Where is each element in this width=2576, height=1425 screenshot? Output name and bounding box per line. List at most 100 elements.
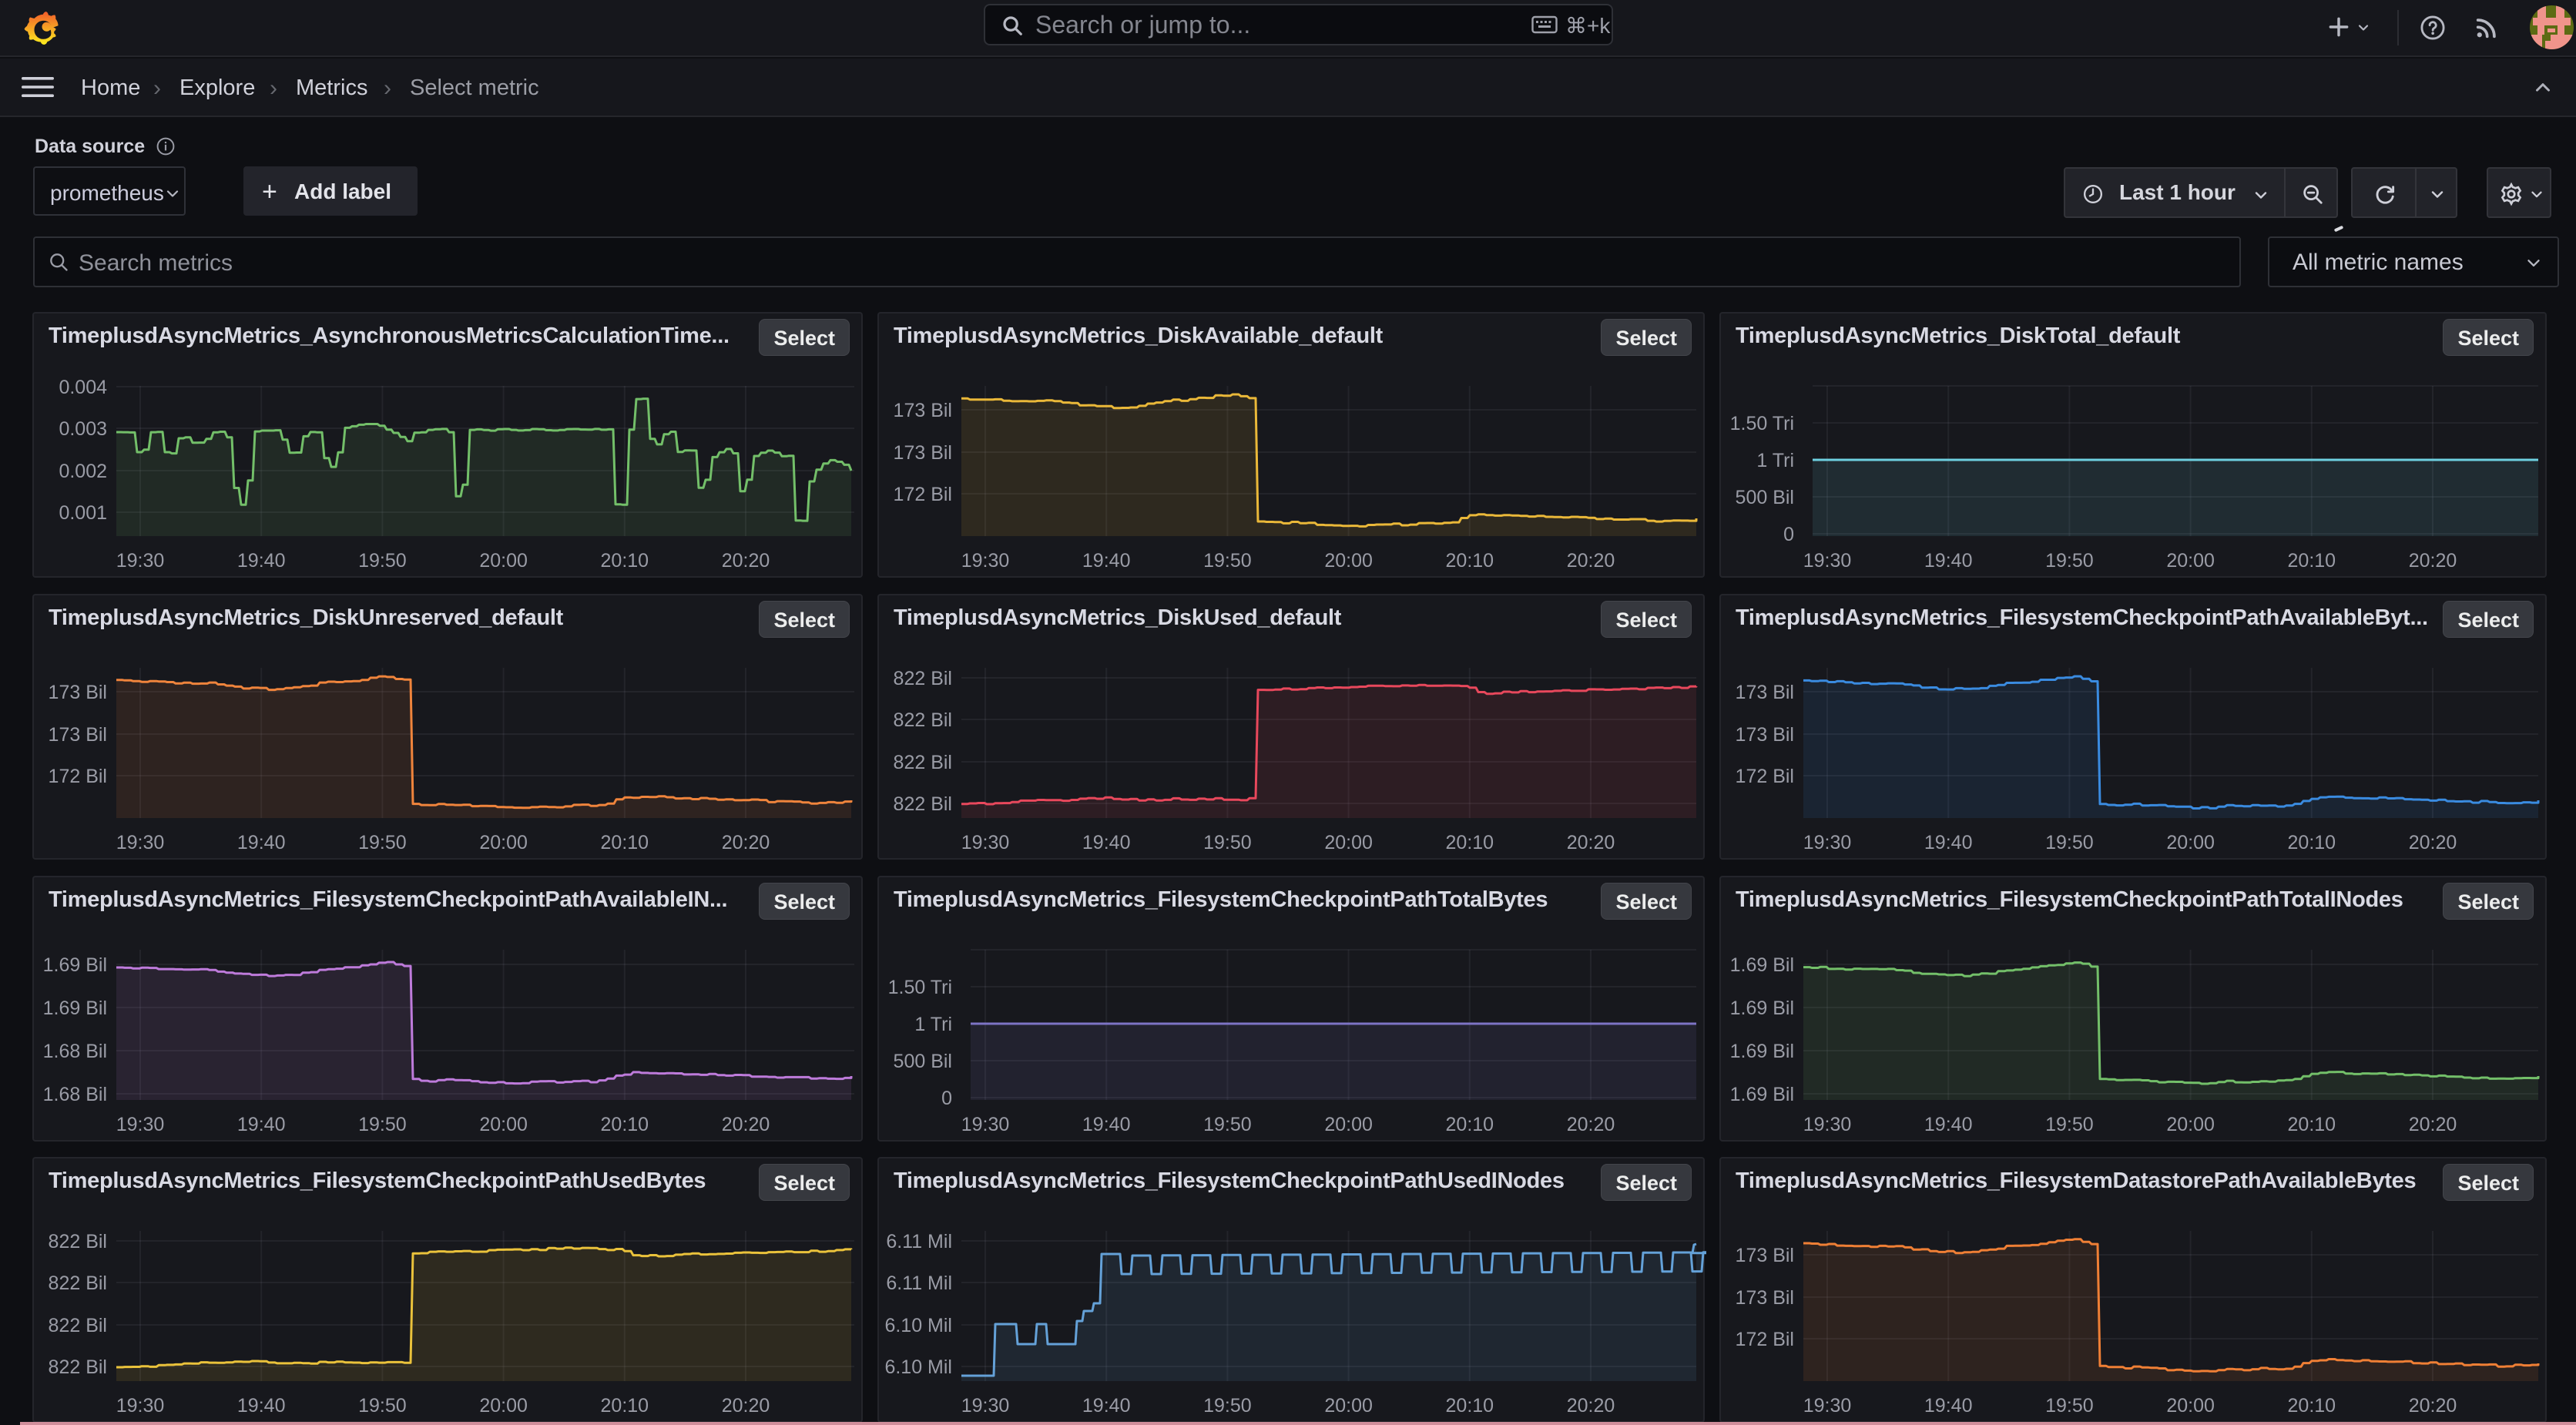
svg-text:822 Bil: 822 Bil	[894, 709, 952, 731]
svg-text:20:20: 20:20	[722, 832, 770, 853]
svg-text:6.11 Mil: 6.11 Mil	[886, 1231, 952, 1252]
svg-text:19:40: 19:40	[1924, 550, 1973, 572]
svg-text:1.69 Bil: 1.69 Bil	[43, 998, 107, 1019]
svg-text:20:00: 20:00	[1324, 1114, 1373, 1135]
svg-text:20:00: 20:00	[1324, 832, 1373, 853]
svg-text:173 Bil: 173 Bil	[1736, 724, 1794, 746]
svg-text:0.004: 0.004	[59, 377, 107, 398]
svg-text:19:30: 19:30	[116, 1395, 165, 1417]
svg-text:0.003: 0.003	[59, 418, 107, 440]
svg-text:173 Bil: 173 Bil	[894, 442, 952, 464]
svg-text:20:00: 20:00	[479, 1395, 528, 1417]
svg-text:19:40: 19:40	[1924, 1114, 1973, 1135]
svg-text:173 Bil: 173 Bil	[49, 724, 107, 746]
svg-text:19:30: 19:30	[1803, 832, 1852, 853]
svg-text:20:00: 20:00	[2166, 550, 2215, 572]
svg-text:1.69 Bil: 1.69 Bil	[1730, 1041, 1794, 1062]
svg-text:20:00: 20:00	[2166, 1395, 2215, 1417]
svg-text:19:50: 19:50	[358, 1114, 407, 1135]
svg-text:20:00: 20:00	[479, 1114, 528, 1135]
svg-text:1 Tri: 1 Tri	[1756, 450, 1794, 471]
svg-text:1.50 Tri: 1.50 Tri	[1730, 413, 1794, 434]
svg-text:19:50: 19:50	[2045, 1395, 2094, 1417]
svg-text:173 Bil: 173 Bil	[1736, 1287, 1794, 1309]
svg-text:19:50: 19:50	[1203, 832, 1252, 853]
svg-text:1.69 Bil: 1.69 Bil	[1730, 1084, 1794, 1105]
svg-text:20:20: 20:20	[1567, 832, 1615, 853]
svg-text:19:40: 19:40	[237, 550, 286, 572]
svg-text:20:20: 20:20	[1567, 1114, 1615, 1135]
svg-text:19:50: 19:50	[2045, 550, 2094, 572]
svg-text:20:20: 20:20	[722, 1114, 770, 1135]
svg-text:172 Bil: 172 Bil	[894, 484, 952, 505]
svg-text:822 Bil: 822 Bil	[49, 1231, 107, 1252]
svg-text:173 Bil: 173 Bil	[1736, 1245, 1794, 1266]
svg-text:822 Bil: 822 Bil	[49, 1356, 107, 1378]
svg-text:19:40: 19:40	[1082, 1395, 1131, 1417]
svg-text:19:40: 19:40	[1924, 832, 1973, 853]
svg-text:1.69 Bil: 1.69 Bil	[43, 954, 107, 976]
svg-text:19:40: 19:40	[237, 1114, 286, 1135]
svg-text:20:10: 20:10	[1446, 832, 1494, 853]
svg-text:20:10: 20:10	[1446, 1395, 1494, 1417]
svg-text:20:10: 20:10	[2288, 1114, 2336, 1135]
svg-text:20:00: 20:00	[479, 550, 528, 572]
svg-text:19:40: 19:40	[1082, 550, 1131, 572]
svg-text:20:20: 20:20	[722, 550, 770, 572]
svg-text:1.50 Tri: 1.50 Tri	[888, 977, 952, 998]
svg-text:19:30: 19:30	[961, 832, 1010, 853]
svg-text:172 Bil: 172 Bil	[49, 766, 107, 787]
svg-text:19:50: 19:50	[358, 1395, 407, 1417]
svg-text:20:00: 20:00	[1324, 550, 1373, 572]
svg-text:822 Bil: 822 Bil	[49, 1315, 107, 1336]
svg-text:1 Tri: 1 Tri	[914, 1014, 952, 1035]
svg-text:19:50: 19:50	[2045, 832, 2094, 853]
svg-text:20:10: 20:10	[601, 550, 649, 572]
svg-text:0.002: 0.002	[59, 461, 107, 482]
svg-text:0.001: 0.001	[59, 502, 107, 524]
svg-text:500 Bil: 500 Bil	[894, 1051, 952, 1072]
svg-text:19:50: 19:50	[358, 832, 407, 853]
svg-text:19:40: 19:40	[1082, 832, 1131, 853]
svg-text:173 Bil: 173 Bil	[49, 682, 107, 703]
svg-text:20:20: 20:20	[1567, 1395, 1615, 1417]
svg-text:20:10: 20:10	[601, 1395, 649, 1417]
svg-text:19:30: 19:30	[116, 550, 165, 572]
svg-text:500 Bil: 500 Bil	[1736, 487, 1794, 508]
svg-text:19:50: 19:50	[1203, 1395, 1252, 1417]
svg-text:20:00: 20:00	[2166, 1114, 2215, 1135]
svg-text:19:40: 19:40	[1082, 1114, 1131, 1135]
svg-text:822 Bil: 822 Bil	[894, 793, 952, 815]
svg-text:20:20: 20:20	[2409, 1395, 2457, 1417]
svg-text:19:50: 19:50	[358, 550, 407, 572]
svg-text:173 Bil: 173 Bil	[1736, 682, 1794, 703]
svg-text:0: 0	[1783, 524, 1794, 545]
svg-text:19:30: 19:30	[961, 1395, 1010, 1417]
svg-text:1.68 Bil: 1.68 Bil	[43, 1084, 107, 1105]
svg-text:19:40: 19:40	[1924, 1395, 1973, 1417]
svg-text:822 Bil: 822 Bil	[894, 668, 952, 689]
svg-text:20:10: 20:10	[2288, 832, 2336, 853]
svg-text:19:50: 19:50	[1203, 550, 1252, 572]
svg-text:6.10 Mil: 6.10 Mil	[884, 1356, 952, 1378]
svg-text:20:00: 20:00	[2166, 832, 2215, 853]
svg-text:20:00: 20:00	[1324, 1395, 1373, 1417]
svg-text:20:10: 20:10	[2288, 1395, 2336, 1417]
svg-text:20:10: 20:10	[601, 1114, 649, 1135]
svg-text:19:30: 19:30	[1803, 1114, 1852, 1135]
svg-text:19:40: 19:40	[237, 1395, 286, 1417]
svg-text:822 Bil: 822 Bil	[894, 752, 952, 773]
svg-text:20:20: 20:20	[2409, 550, 2457, 572]
svg-text:1.69 Bil: 1.69 Bil	[1730, 998, 1794, 1019]
svg-text:20:20: 20:20	[2409, 832, 2457, 853]
svg-text:173 Bil: 173 Bil	[894, 400, 952, 421]
svg-text:6.11 Mil: 6.11 Mil	[886, 1272, 952, 1294]
svg-text:20:20: 20:20	[722, 1395, 770, 1417]
svg-text:20:20: 20:20	[1567, 550, 1615, 572]
svg-text:19:30: 19:30	[1803, 550, 1852, 572]
svg-text:0: 0	[941, 1088, 952, 1109]
svg-text:19:30: 19:30	[961, 1114, 1010, 1135]
svg-text:19:30: 19:30	[116, 1114, 165, 1135]
svg-text:20:10: 20:10	[2288, 550, 2336, 572]
svg-text:1.69 Bil: 1.69 Bil	[1730, 954, 1794, 976]
